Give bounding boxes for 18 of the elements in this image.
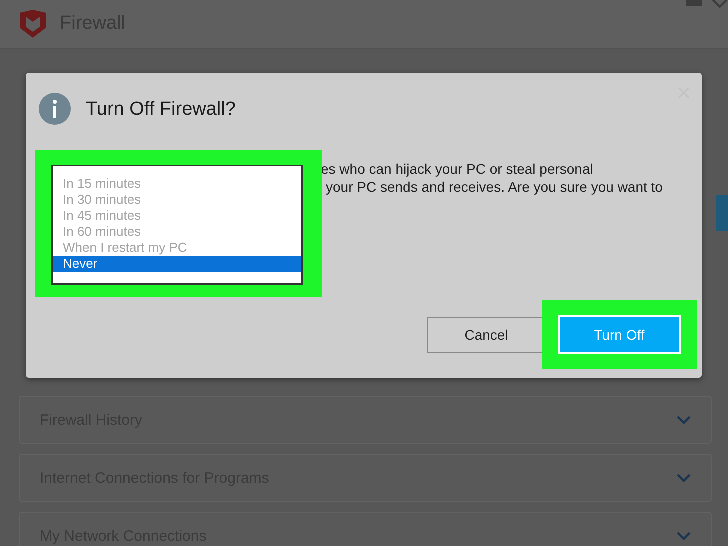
dropdown-option[interactable]: When I restart my PC [53, 240, 301, 256]
chevron-down-icon[interactable] [677, 474, 691, 482]
chevron-down-icon[interactable] [677, 416, 691, 424]
dropdown-option[interactable]: In 30 minutes [53, 192, 301, 208]
dropdown-option[interactable]: In 45 minutes [53, 208, 301, 224]
message-text: your PC sends and receives. Are you sure you want to [326, 179, 663, 195]
dropdown-option[interactable]: Never [53, 256, 301, 272]
dropdown-option[interactable]: In 60 minutes [53, 224, 301, 240]
info-icon [39, 93, 71, 125]
message-text: es who can hijack your PC or steal personal [321, 161, 594, 177]
dropdown-list[interactable]: In 15 minutes In 30 minutes In 45 minutes In 60 minutes When I restart my PC Never [51, 165, 303, 285]
turn-off-button[interactable]: Turn Off [558, 315, 681, 354]
minimize-icon[interactable] [686, 0, 702, 8]
side-button[interactable] [716, 195, 728, 231]
dropdown-option[interactable]: In 15 minutes [53, 176, 301, 192]
chevron-down-icon[interactable] [677, 532, 691, 540]
dialog-title: Turn Off Firewall? [86, 99, 236, 121]
shield-logo-icon [20, 10, 46, 38]
